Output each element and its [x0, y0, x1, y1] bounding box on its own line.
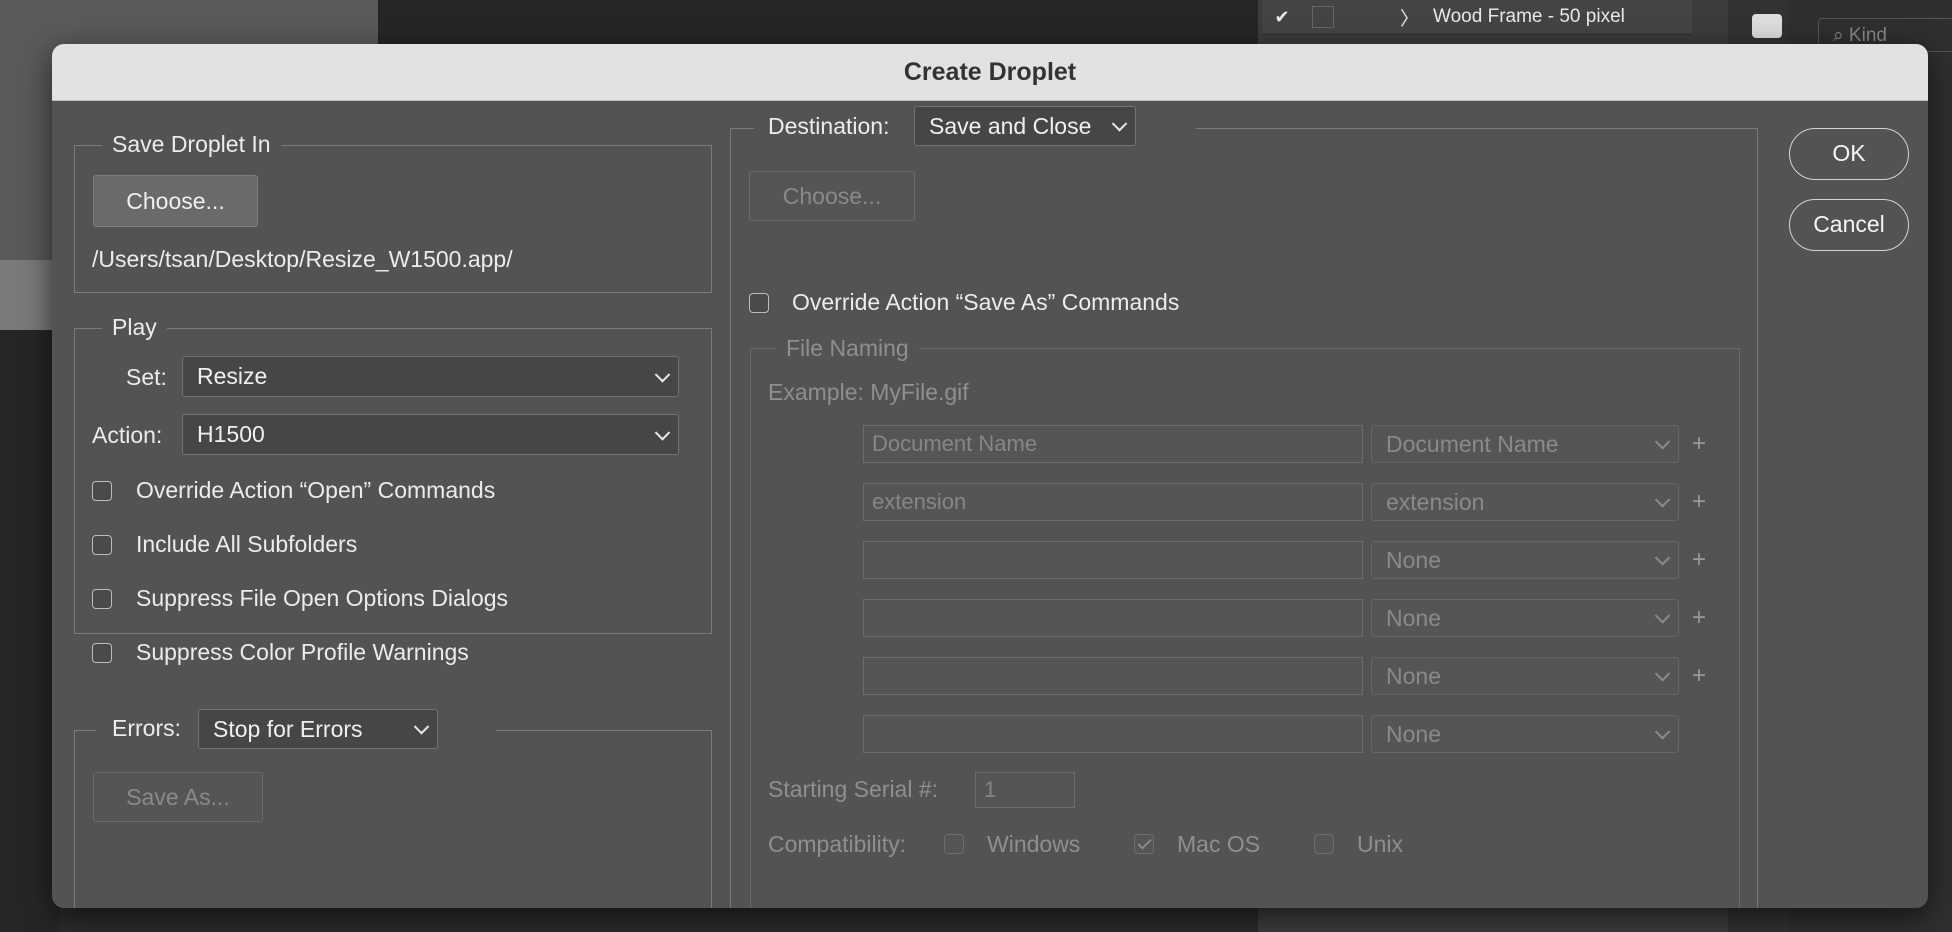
- suppress-open-options-checkbox[interactable]: [92, 589, 112, 609]
- suppress-color-profile-checkbox[interactable]: [92, 643, 112, 663]
- add-naming-row-button[interactable]: +: [1692, 606, 1706, 630]
- destination-select-value: Save and Close: [929, 113, 1092, 139]
- chevron-down-icon: [654, 424, 671, 441]
- unix-label[interactable]: Unix: [1357, 830, 1403, 858]
- naming-select-5[interactable]: None: [1371, 657, 1679, 695]
- chevron-down-icon: [1654, 434, 1671, 450]
- chevron-right-icon[interactable]: 〉: [1400, 4, 1419, 31]
- include-subfolders-label[interactable]: Include All Subfolders: [136, 530, 357, 558]
- choose-droplet-location-button[interactable]: Choose...: [93, 175, 258, 227]
- mac-os-label[interactable]: Mac OS: [1177, 830, 1260, 858]
- errors-label: Errors:: [112, 715, 181, 741]
- windows-checkbox[interactable]: [944, 834, 964, 854]
- droplet-path: /Users/tsan/Desktop/Resize_W1500.app/: [92, 246, 513, 272]
- mac-os-checkbox[interactable]: [1134, 834, 1154, 854]
- errors-select-value: Stop for Errors: [213, 716, 363, 742]
- windows-label[interactable]: Windows: [987, 830, 1080, 858]
- naming-field-5[interactable]: [863, 657, 1363, 695]
- override-save-as-label[interactable]: Override Action “Save As” Commands: [792, 288, 1179, 316]
- action-select[interactable]: H1500: [182, 414, 679, 455]
- override-open-checkbox[interactable]: [92, 481, 112, 501]
- include-subfolders-checkbox[interactable]: [92, 535, 112, 555]
- destination-select[interactable]: Save and Close: [914, 106, 1136, 146]
- play-legend: Play: [102, 313, 167, 341]
- naming-field-2[interactable]: extension: [863, 483, 1363, 521]
- chevron-down-icon: [1654, 608, 1671, 624]
- search-icon: ⌕: [1833, 25, 1849, 46]
- naming-field-3[interactable]: [863, 541, 1363, 579]
- add-naming-row-button[interactable]: +: [1692, 490, 1706, 514]
- dialog-toggle[interactable]: [1312, 6, 1334, 28]
- naming-select-6-value: None: [1386, 721, 1441, 747]
- override-save-as-checkbox[interactable]: [749, 293, 769, 313]
- chevron-down-icon: [1654, 666, 1671, 682]
- suppress-open-options-label[interactable]: Suppress File Open Options Dialogs: [136, 584, 508, 612]
- naming-select-3[interactable]: None: [1371, 541, 1679, 579]
- starting-serial-label: Starting Serial #:: [768, 776, 939, 802]
- choose-destination-button[interactable]: Choose...: [749, 171, 915, 221]
- chevron-down-icon: [413, 719, 430, 735]
- checkmark-icon[interactable]: ✔: [1262, 7, 1302, 28]
- compatibility-label: Compatibility:: [768, 831, 907, 857]
- chevron-down-icon: [654, 366, 671, 383]
- workspace-background: [0, 330, 60, 932]
- search-placeholder: Kind: [1848, 25, 1887, 46]
- chevron-down-icon: [1111, 116, 1128, 132]
- save-as-log-button[interactable]: Save As...: [93, 772, 263, 822]
- canvas-ruler: [0, 260, 60, 330]
- naming-select-2-value: extension: [1386, 489, 1485, 515]
- chevron-down-icon: [1654, 492, 1671, 508]
- naming-field-4[interactable]: [863, 599, 1363, 637]
- naming-select-3-value: None: [1386, 547, 1441, 573]
- file-naming-example: Example: MyFile.gif: [768, 379, 969, 405]
- set-select-value: Resize: [197, 363, 268, 389]
- naming-select-4-value: None: [1386, 605, 1441, 631]
- errors-select[interactable]: Stop for Errors: [198, 709, 438, 749]
- action-row[interactable]: ✔ 〉 Wood Frame - 50 pixel: [1262, 0, 1692, 35]
- naming-field-1[interactable]: Document Name: [863, 425, 1363, 463]
- action-row-label: Wood Frame - 50 pixel: [1433, 6, 1625, 27]
- ok-button[interactable]: OK: [1789, 128, 1909, 180]
- naming-select-1[interactable]: Document Name: [1371, 425, 1679, 463]
- comment-icon[interactable]: [1752, 14, 1782, 38]
- destination-label: Destination:: [768, 113, 890, 139]
- set-label: Set:: [126, 364, 167, 390]
- chevron-down-icon: [1654, 550, 1671, 566]
- add-naming-row-button[interactable]: +: [1692, 432, 1706, 456]
- set-select[interactable]: Resize: [182, 356, 679, 397]
- chevron-down-icon: [1654, 724, 1671, 740]
- action-label: Action:: [92, 422, 163, 448]
- naming-select-5-value: None: [1386, 663, 1441, 689]
- naming-select-6[interactable]: None: [1371, 715, 1679, 753]
- create-droplet-dialog: Create Droplet OK Cancel Save Droplet In…: [52, 44, 1928, 908]
- workspace-top: [378, 0, 1258, 46]
- starting-serial-input[interactable]: 1: [975, 772, 1075, 808]
- unix-checkbox[interactable]: [1314, 834, 1334, 854]
- action-select-value: H1500: [197, 421, 265, 447]
- save-droplet-in-legend: Save Droplet In: [102, 130, 281, 158]
- override-open-label[interactable]: Override Action “Open” Commands: [136, 476, 495, 504]
- naming-select-2[interactable]: extension: [1371, 483, 1679, 521]
- dialog-title: Create Droplet: [52, 44, 1928, 101]
- file-naming-legend: File Naming: [776, 334, 919, 362]
- naming-field-6[interactable]: [863, 715, 1363, 753]
- suppress-color-profile-label[interactable]: Suppress Color Profile Warnings: [136, 638, 469, 666]
- naming-select-1-value: Document Name: [1386, 431, 1559, 457]
- cancel-button[interactable]: Cancel: [1789, 199, 1909, 251]
- add-naming-row-button[interactable]: +: [1692, 664, 1706, 688]
- add-naming-row-button[interactable]: +: [1692, 548, 1706, 572]
- naming-select-4[interactable]: None: [1371, 599, 1679, 637]
